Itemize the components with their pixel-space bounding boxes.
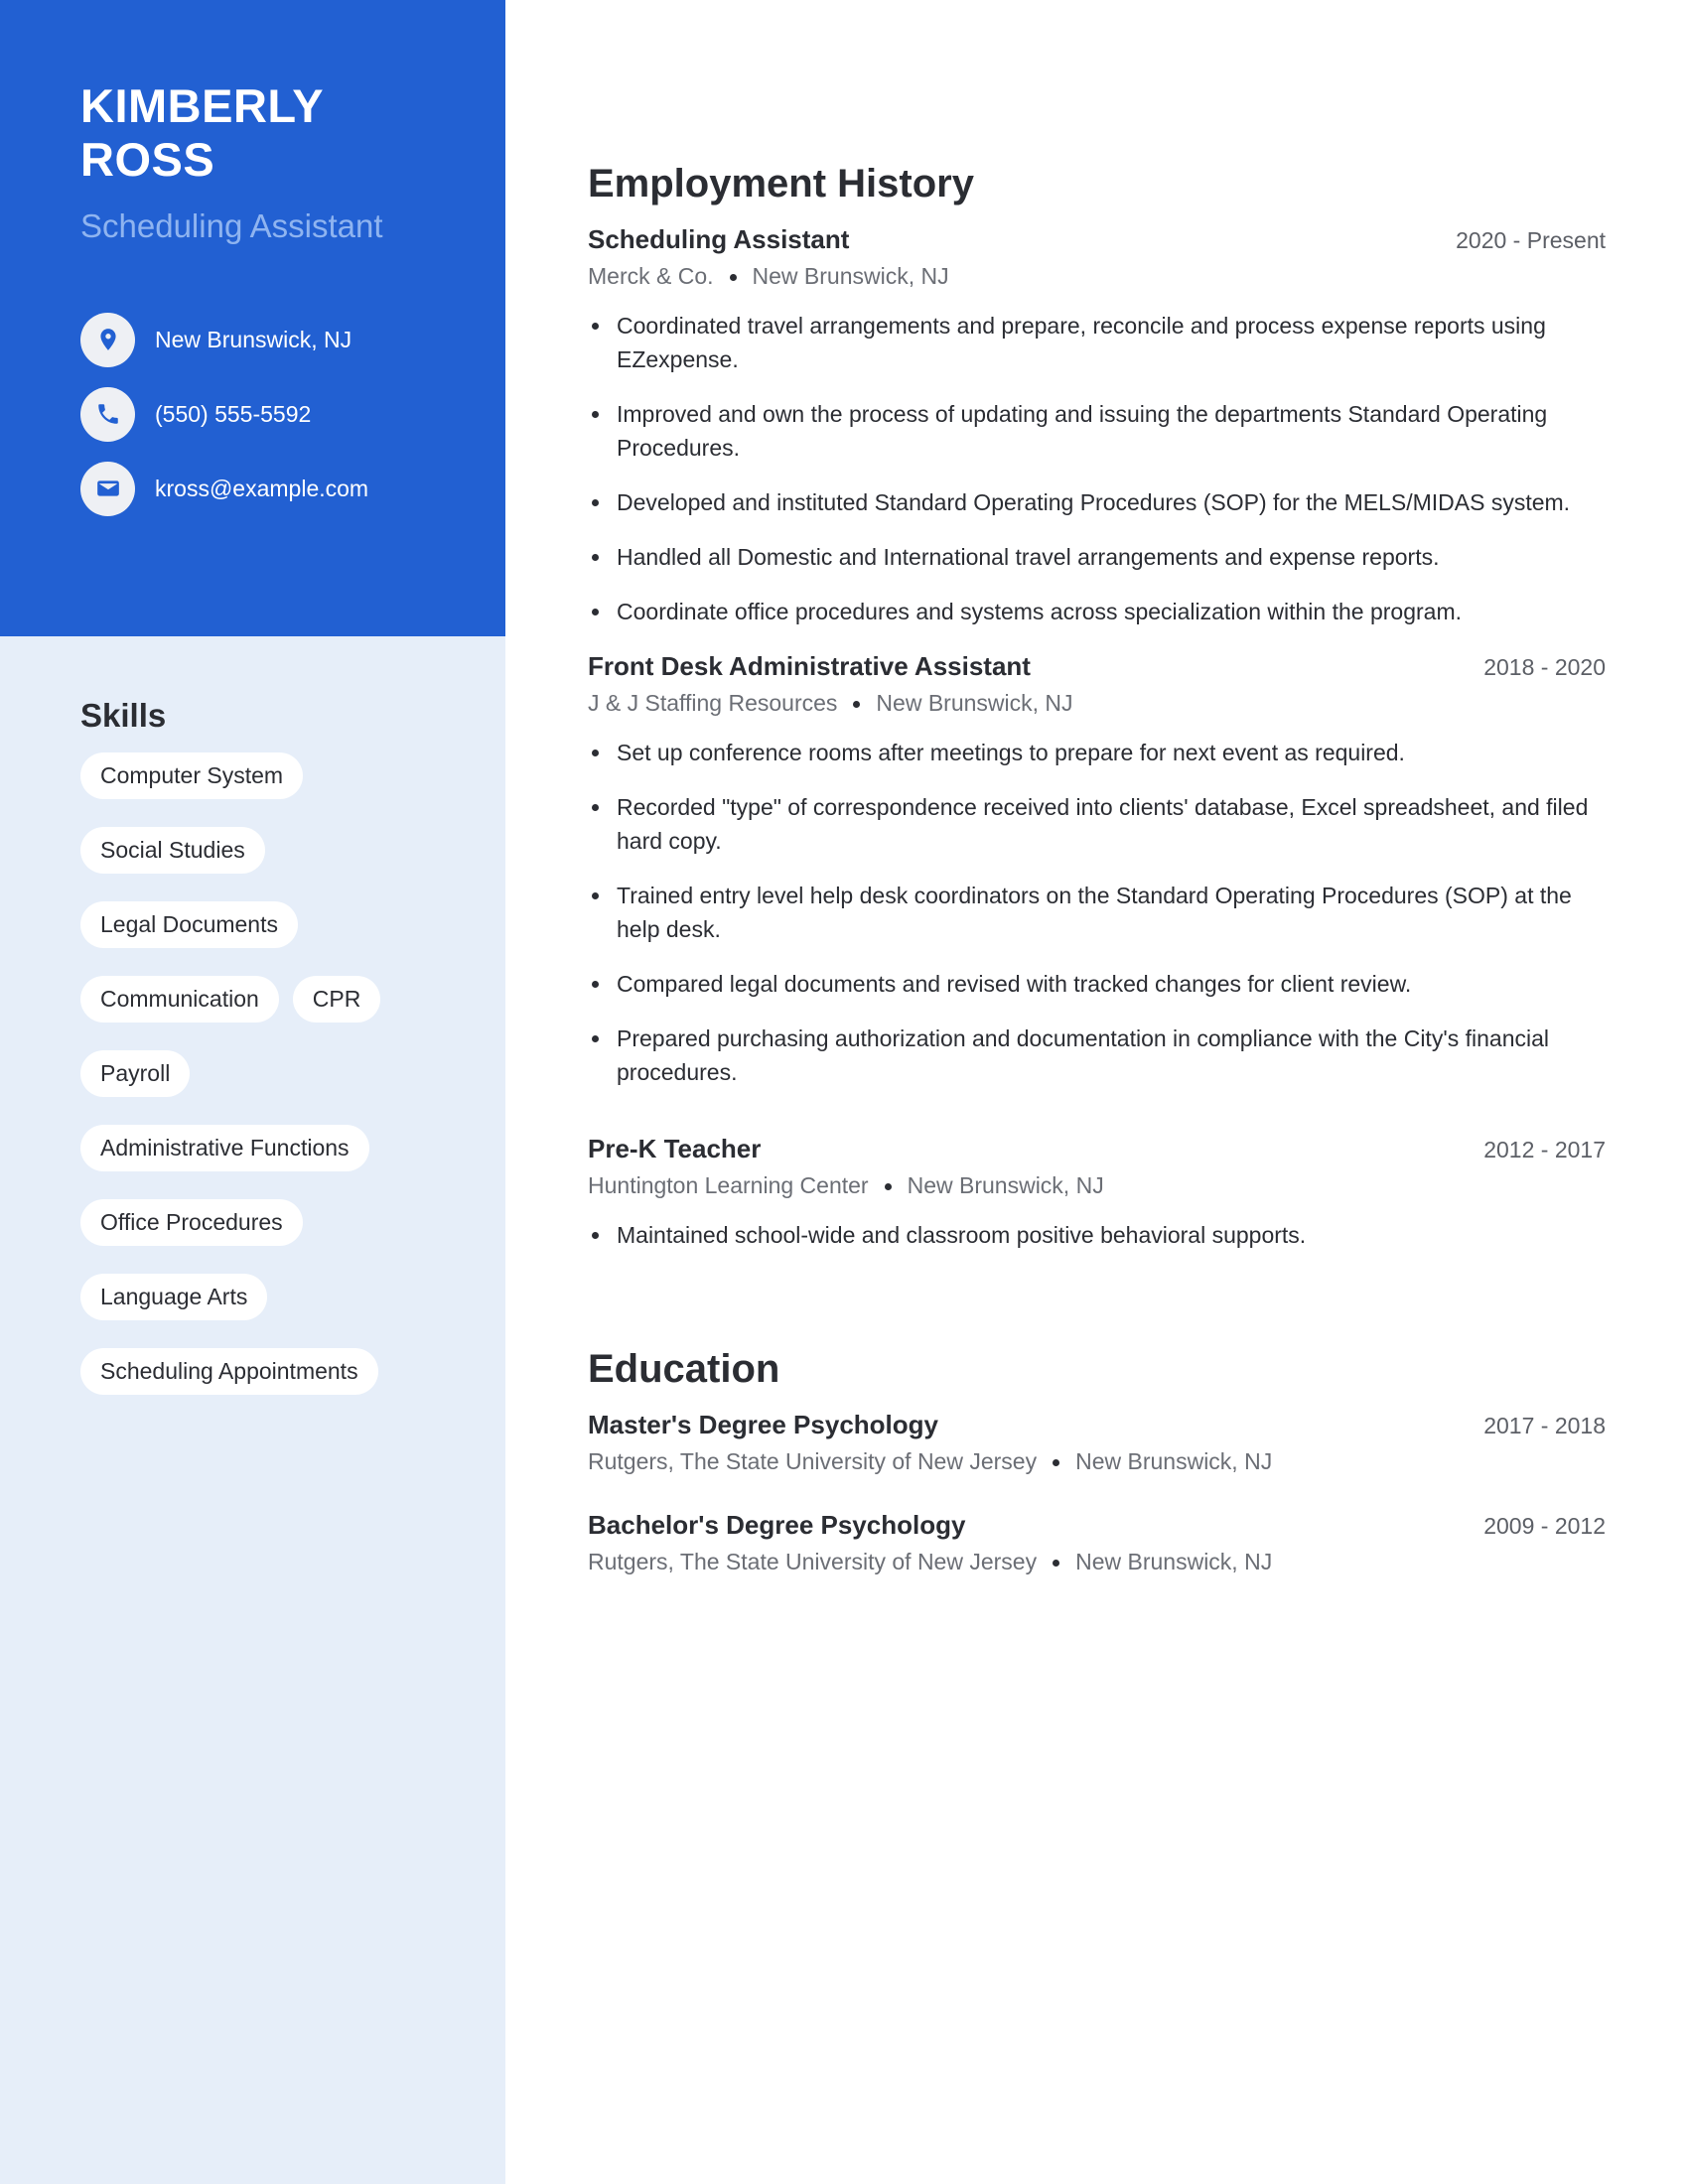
school-location: New Brunswick, NJ — [1075, 1448, 1273, 1474]
skill-pill: Scheduling Appointments — [80, 1348, 378, 1395]
education-section: Education Master's Degree Psychology 201… — [588, 1344, 1606, 1578]
skill-pill: Payroll — [80, 1050, 191, 1097]
job-dates: 2018 - 2020 — [1483, 654, 1606, 680]
separator-dot — [853, 701, 861, 709]
skills-list: Computer System Social Studies Legal Doc… — [80, 752, 478, 1395]
school-name: Rutgers, The State University of New Jer… — [588, 1448, 1038, 1474]
job-bullets: Coordinated travel arrangements and prep… — [588, 309, 1606, 628]
education-entry: Master's Degree Psychology 2017 - 2018 R… — [588, 1408, 1606, 1478]
job-company: J & J Staffing Resources — [588, 690, 838, 716]
skill-pill: Social Studies — [80, 827, 265, 874]
degree-dates: 2009 - 2012 — [1483, 1513, 1606, 1539]
sidebar: KIMBERLY ROSS Scheduling Assistant New Br… — [0, 0, 505, 2184]
job-company: Huntington Learning Center — [588, 1172, 869, 1198]
job-location: New Brunswick, NJ — [907, 1172, 1104, 1198]
job-bullet: Maintained school-wide and classroom pos… — [588, 1218, 1606, 1252]
job-location: New Brunswick, NJ — [752, 263, 949, 289]
contact-email: kross@example.com — [80, 461, 368, 516]
separator-dot — [729, 274, 737, 282]
contact-location: New Brunswick, NJ — [80, 312, 368, 367]
job-title: Front Desk Administrative Assistant — [588, 651, 1031, 681]
sidebar-header: KIMBERLY ROSS Scheduling Assistant New Br… — [0, 0, 505, 636]
job-bullet: Coordinated travel arrangements and prep… — [588, 309, 1606, 376]
separator-dot — [1053, 1560, 1060, 1568]
contact-location-text: New Brunswick, NJ — [155, 327, 352, 352]
contact-phone: (550) 555-5592 — [80, 386, 368, 442]
education-entry: Bachelor's Degree Psychology 2009 - 2012… — [588, 1508, 1606, 1578]
school-name: Rutgers, The State University of New Jer… — [588, 1549, 1038, 1574]
contact-email-text[interactable]: kross@example.com — [155, 475, 368, 502]
job-title: Pre-K Teacher — [588, 1134, 762, 1163]
degree-dates: 2017 - 2018 — [1483, 1413, 1606, 1438]
job-entry: Front Desk Administrative Assistant 2018… — [588, 649, 1606, 1089]
job-bullet: Handled all Domestic and International t… — [588, 540, 1606, 574]
phone-icon — [80, 386, 135, 442]
job-bullet: Compared legal documents and revised wit… — [588, 967, 1606, 1001]
degree-title: Master's Degree Psychology — [588, 1410, 938, 1439]
skill-pill: Communication — [80, 976, 279, 1023]
contact-phone-text[interactable]: (550) 555-5592 — [155, 400, 311, 428]
education-heading: Education — [588, 1347, 780, 1391]
employment-section: Employment History Scheduling Assistant … — [588, 159, 1606, 1252]
candidate-name: KIMBERLY ROSS — [80, 79, 325, 186]
job-dates: 2012 - 2017 — [1483, 1137, 1606, 1162]
degree-title: Bachelor's Degree Psychology — [588, 1510, 966, 1540]
job-dates: 2020 - Present — [1456, 227, 1606, 253]
job-entry: Scheduling Assistant 2020 - Present Merc… — [588, 222, 1606, 628]
skill-pill: Office Procedures — [80, 1199, 303, 1246]
skill-pill: Legal Documents — [80, 901, 298, 948]
job-entry: Pre-K Teacher 2012 - 2017 Huntington Lea… — [588, 1132, 1606, 1252]
job-bullet: Prepared purchasing authorization and do… — [588, 1022, 1606, 1089]
job-bullets: Maintained school-wide and classroom pos… — [588, 1218, 1606, 1252]
contact-list: New Brunswick, NJ (550) 555-5592 kross@e… — [80, 312, 368, 536]
school-location: New Brunswick, NJ — [1075, 1549, 1273, 1574]
main-content: Employment History Scheduling Assistant … — [588, 159, 1606, 1608]
separator-dot — [1053, 1459, 1060, 1467]
job-bullet: Improved and own the process of updating… — [588, 397, 1606, 465]
separator-dot — [884, 1183, 892, 1191]
envelope-icon — [80, 461, 135, 516]
job-bullet: Trained entry level help desk coordinato… — [588, 879, 1606, 946]
job-bullet: Recorded "type" of correspondence receiv… — [588, 790, 1606, 858]
job-company: Merck & Co. — [588, 263, 714, 289]
employment-heading: Employment History — [588, 162, 974, 205]
job-bullets: Set up conference rooms after meetings t… — [588, 736, 1606, 1089]
job-title: Scheduling Assistant — [588, 224, 850, 254]
skills-heading: Skills — [80, 697, 167, 734]
location-pin-icon — [80, 312, 135, 367]
skill-pill: Computer System — [80, 752, 304, 799]
skill-pill: Administrative Functions — [80, 1125, 369, 1171]
skill-pill: CPR — [292, 976, 381, 1023]
candidate-title: Scheduling Assistant — [80, 207, 383, 244]
job-bullet: Set up conference rooms after meetings t… — [588, 736, 1606, 769]
job-bullet: Coordinate office procedures and systems… — [588, 595, 1606, 628]
job-bullet: Developed and instituted Standard Operat… — [588, 485, 1606, 519]
skill-pill: Language Arts — [80, 1274, 268, 1320]
job-location: New Brunswick, NJ — [876, 690, 1073, 716]
